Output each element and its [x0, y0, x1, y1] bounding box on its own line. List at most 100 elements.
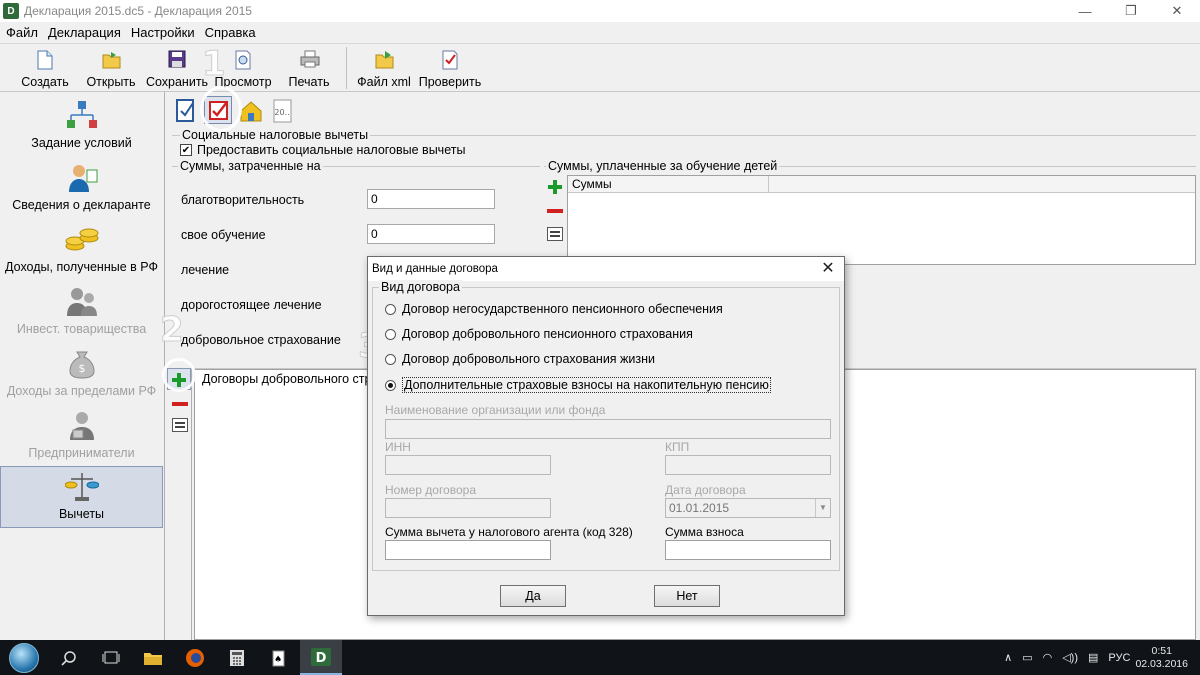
start-button[interactable]: [0, 640, 48, 675]
loss-carryover-tab[interactable]: 20..: [268, 96, 296, 124]
agent-sum-label: Сумма вычета у налогового агента (код 32…: [385, 525, 633, 539]
clock-date: 02.03.2016: [1135, 657, 1188, 670]
kpp-input[interactable]: [665, 455, 831, 475]
dialog-title: Вид и данные договора: [368, 257, 844, 281]
radio-button[interactable]: [385, 353, 396, 365]
search-icon[interactable]: [48, 640, 90, 675]
org-label: Наименование организации или фонда: [385, 403, 606, 417]
edit-child-sum-icon[interactable]: [547, 227, 563, 241]
money-bag-icon: $: [65, 348, 99, 380]
menu-file[interactable]: Файл: [6, 25, 38, 40]
firefox-icon[interactable]: [174, 640, 216, 675]
sidebar-item-invest[interactable]: Инвест. товарищества: [0, 280, 163, 342]
contract-number-label: Номер договора: [385, 483, 476, 497]
edit-contract-icon[interactable]: [172, 418, 188, 432]
preview-icon: [234, 50, 252, 70]
contract-date-label: Дата договора: [665, 483, 746, 497]
wifi-icon[interactable]: ◠: [1043, 651, 1053, 664]
contribution-sum-input[interactable]: [665, 540, 831, 560]
menu-settings[interactable]: Настройки: [131, 25, 195, 40]
sidebar-item-declarant[interactable]: Сведения о декларанте: [0, 156, 163, 218]
open-folder-icon: [102, 50, 121, 70]
save-button[interactable]: Сохранить: [144, 44, 210, 92]
menu-help[interactable]: Справка: [205, 25, 256, 40]
task-view-icon[interactable]: [90, 640, 132, 675]
calculator-icon[interactable]: [216, 640, 258, 675]
svg-text:♠: ♠: [274, 655, 282, 665]
tree-diagram-icon: [65, 100, 99, 132]
create-button[interactable]: Создать: [12, 44, 78, 92]
language-indicator[interactable]: РУС: [1108, 652, 1130, 664]
battery-icon[interactable]: ▭: [1022, 651, 1032, 664]
inn-input[interactable]: [385, 455, 551, 475]
title-bar: D Декларация 2015.dc5 - Декларация 2015 …: [0, 0, 1200, 22]
contract-date-picker[interactable]: 01.01.2015 ▼: [665, 498, 831, 518]
contract-dialog: Вид и данные договора ✕ Вид договора Дог…: [367, 256, 845, 616]
sidebar: Задание условий Сведения о декларанте До…: [0, 92, 165, 640]
remove-child-sum-icon[interactable]: [547, 209, 563, 213]
dialog-close-icon[interactable]: ✕: [818, 259, 838, 279]
add-child-sum-icon[interactable]: [547, 179, 563, 195]
insurance-label: добровольное страхование: [181, 333, 341, 347]
notification-icon[interactable]: ▤: [1088, 651, 1098, 664]
radio-option-life-insurance[interactable]: Договор добровольного страхования жизни: [385, 349, 655, 369]
clock[interactable]: 0:51 02.03.2016: [1135, 645, 1188, 671]
chevron-up-icon[interactable]: ∧: [1004, 651, 1012, 664]
chevron-down-icon[interactable]: ▼: [815, 499, 830, 517]
radio-option-npf[interactable]: Договор негосударственного пенсионного о…: [385, 299, 723, 319]
children-sums-table[interactable]: Суммы: [567, 175, 1196, 265]
social-deductions-checkbox-row[interactable]: ✔ Предоставить социальные налоговые выче…: [180, 143, 465, 157]
contract-type-legend: Вид договора: [379, 280, 462, 294]
sidebar-item-entrepreneurs[interactable]: Предприниматели: [0, 404, 163, 466]
minimize-button[interactable]: —: [1062, 0, 1108, 22]
sidebar-item-foreign-income[interactable]: $ Доходы за пределами РФ: [0, 342, 163, 404]
agent-sum-input[interactable]: [385, 540, 551, 560]
yes-button[interactable]: Да: [500, 585, 566, 607]
radio-option-pension-insurance[interactable]: Договор добровольного пенсионного страхо…: [385, 324, 693, 344]
education-input[interactable]: 0: [367, 224, 495, 244]
annotation-circle-1: [200, 86, 242, 132]
radio-button[interactable]: [385, 328, 396, 340]
standard-deductions-tab[interactable]: [172, 96, 200, 124]
charity-input[interactable]: 0: [367, 189, 495, 209]
toolbar-separator: [346, 47, 347, 89]
menu-bar: Файл Декларация Настройки Справка: [0, 22, 1200, 44]
volume-icon[interactable]: ◁)): [1062, 651, 1078, 664]
expensive-treatment-label: дорогостоящее лечение: [181, 298, 322, 312]
annotation-circle-2: [162, 358, 196, 392]
file-explorer-icon[interactable]: [132, 640, 174, 675]
save-disk-icon: [168, 50, 186, 70]
radio-option-additional-contributions[interactable]: Дополнительные страховые взносы на накоп…: [385, 375, 771, 395]
radio-button[interactable]: [385, 303, 396, 315]
sidebar-item-income-rf[interactable]: Доходы, полученные в РФ: [0, 218, 163, 280]
close-button[interactable]: ✕: [1154, 0, 1200, 22]
menu-declaration[interactable]: Декларация: [48, 25, 121, 40]
sidebar-item-deductions[interactable]: Вычеты: [0, 466, 163, 528]
xml-file-button[interactable]: Файл xml: [351, 44, 417, 92]
sidebar-item-conditions[interactable]: Задание условий: [0, 94, 163, 156]
open-button[interactable]: Открыть: [78, 44, 144, 92]
app-logo-icon: D: [3, 3, 19, 19]
org-input[interactable]: [385, 419, 831, 439]
radio-button-selected[interactable]: [385, 379, 396, 391]
person-icon: [65, 162, 99, 194]
table-header: Суммы: [568, 176, 769, 193]
svg-text:$: $: [78, 362, 85, 375]
check-button[interactable]: Проверить: [417, 44, 483, 92]
contribution-sum-label: Сумма взноса: [665, 525, 744, 539]
contract-number-input[interactable]: [385, 498, 551, 518]
no-button[interactable]: Нет: [654, 585, 720, 607]
xml-file-icon: [375, 50, 394, 70]
taskbar: ♠ D ∧ ▭ ◠ ◁)) ▤ РУС 0:51 02.03.2016: [0, 640, 1200, 675]
remove-contract-icon[interactable]: [172, 402, 188, 406]
system-tray: ∧ ▭ ◠ ◁)) ▤ РУС 0:51 02.03.2016: [999, 640, 1200, 675]
declaration-app-icon[interactable]: D: [300, 640, 342, 675]
maximize-button[interactable]: ❐: [1108, 0, 1154, 22]
print-button[interactable]: Печать: [276, 44, 342, 92]
annotation-step-1: 1: [202, 44, 227, 85]
checkbox[interactable]: ✔: [180, 144, 192, 156]
solitaire-icon[interactable]: ♠: [258, 640, 300, 675]
new-document-icon: [36, 50, 54, 70]
coins-icon: [65, 224, 99, 256]
contracts-toolbar: [166, 365, 192, 640]
